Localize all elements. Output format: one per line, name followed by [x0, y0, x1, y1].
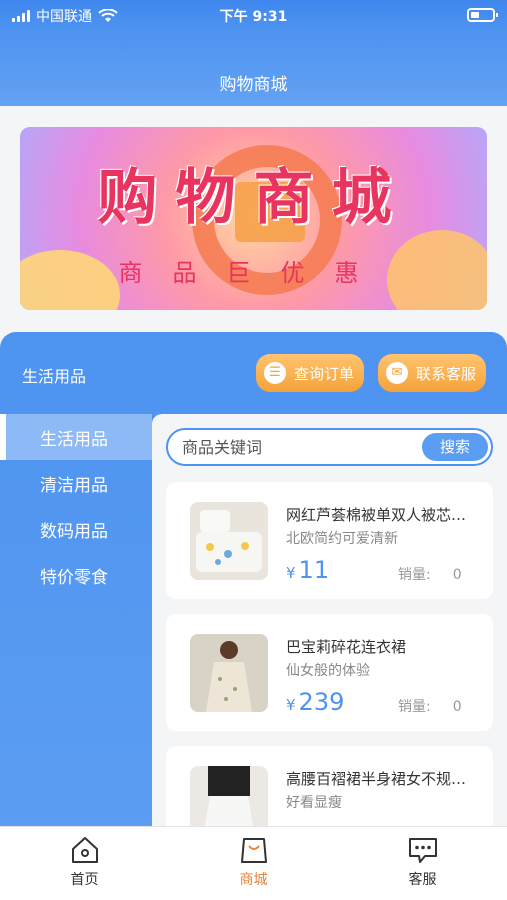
search-input[interactable]	[182, 436, 412, 458]
product-name: 网红芦荟棉被单双人被芯…	[286, 506, 467, 524]
current-category-title: 生活用品	[22, 367, 87, 386]
product-price: ¥239	[286, 688, 344, 716]
product-name: 巴宝莉碎花连衣裙	[286, 638, 407, 656]
tab-label: 客服	[408, 872, 437, 888]
price-value: 239	[298, 688, 345, 716]
sales-value: 0	[452, 699, 462, 715]
contact-service-button[interactable]: ✉ 联系客服	[378, 354, 486, 392]
status-bar: 中国联通 下午 9:31	[0, 0, 507, 30]
banner-title: 购物商城	[97, 163, 410, 233]
banner-subtitle: 商品巨优惠	[118, 259, 389, 287]
battery-icon	[467, 8, 498, 22]
tab-label: 首页	[70, 872, 99, 888]
home-icon	[71, 837, 98, 863]
sidebar-item-label: 特价零食	[40, 567, 108, 588]
shopping-bag-icon	[240, 838, 267, 863]
product-sales: 销量: 0	[398, 564, 462, 584]
sidebar-item-cleaning[interactable]: 清洁用品	[0, 460, 152, 506]
product-description: 北欧简约可爱清新	[286, 531, 398, 547]
promo-banner[interactable]: 购物商城 商品巨优惠	[20, 127, 487, 310]
sidebar-item-snacks[interactable]: 特价零食	[0, 552, 152, 598]
order-icon: ☰	[264, 362, 286, 384]
tab-service[interactable]: 客服	[338, 827, 507, 900]
product-name: 高腰百褶裙半身裙女不规…	[286, 770, 467, 788]
product-image	[190, 502, 268, 580]
tab-home[interactable]: 首页	[0, 827, 169, 900]
product-card[interactable]: 高腰百褶裙半身裙女不规… 好看显瘦	[166, 746, 493, 826]
tab-mall[interactable]: 商城	[169, 827, 338, 900]
sidebar-item-digital[interactable]: 数码用品	[0, 506, 152, 552]
product-list-area: 搜索 网红芦荟棉被单双人被芯… 北欧简约可爱清新 ¥11 销量: 0 巴宝莉碎花连…	[152, 414, 507, 826]
sales-value: 0	[452, 567, 462, 583]
price-value: 11	[298, 556, 330, 584]
product-sales: 销量: 0	[398, 696, 462, 716]
sidebar-item-label: 数码用品	[40, 521, 108, 542]
sales-label: 销量:	[398, 699, 431, 715]
sidebar-item-daily-goods[interactable]: 生活用品	[0, 414, 152, 460]
status-time: 下午 9:31	[219, 9, 288, 25]
service-icon: ✉	[386, 362, 408, 384]
nav-bar: 购物商城	[0, 30, 507, 106]
tab-label: 商城	[239, 872, 268, 888]
product-image	[190, 634, 268, 712]
product-description: 好看显瘦	[286, 795, 342, 811]
category-sidebar: 生活用品 清洁用品 数码用品 特价零食	[0, 414, 152, 826]
tab-bar: 首页 商城 客服	[0, 826, 507, 900]
currency-symbol: ¥	[286, 564, 296, 582]
product-price: ¥11	[286, 556, 329, 584]
product-card[interactable]: 巴宝莉碎花连衣裙 仙女般的体验 ¥239 销量: 0	[166, 614, 493, 731]
search-button[interactable]: 搜索	[422, 433, 488, 461]
product-description: 仙女般的体验	[286, 663, 370, 679]
sidebar-item-label: 清洁用品	[40, 475, 108, 496]
chat-icon	[408, 838, 437, 863]
query-order-label: 查询订单	[294, 364, 355, 383]
product-image	[190, 766, 268, 826]
contact-service-label: 联系客服	[416, 364, 477, 383]
sidebar-item-label: 生活用品	[40, 429, 108, 450]
sales-label: 销量:	[398, 567, 431, 583]
currency-symbol: ¥	[286, 696, 296, 714]
search-bar: 搜索	[166, 428, 493, 466]
page-title: 购物商城	[219, 75, 288, 95]
product-card[interactable]: 网红芦荟棉被单双人被芯… 北欧简约可爱清新 ¥11 销量: 0	[166, 482, 493, 599]
query-order-button[interactable]: ☰ 查询订单	[256, 354, 364, 392]
